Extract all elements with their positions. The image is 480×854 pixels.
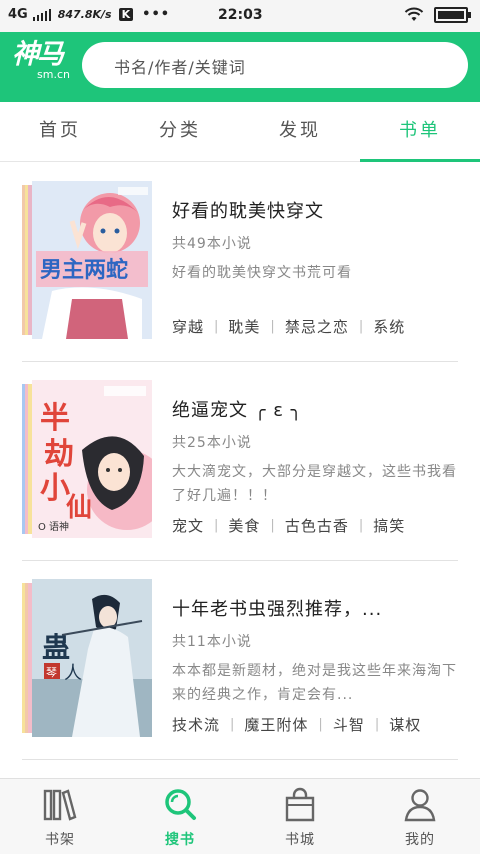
network-type: 4G bbox=[8, 7, 28, 22]
tab-booklist[interactable]: 书单 bbox=[360, 102, 480, 162]
book-cover-stack: 男主两蛇 bbox=[22, 181, 154, 339]
tab-discover[interactable]: 发现 bbox=[240, 102, 360, 161]
shopping-bag-icon bbox=[285, 787, 315, 822]
tag: 古色古香 bbox=[284, 517, 349, 535]
nav-label: 搜书 bbox=[165, 832, 195, 848]
booklist-list: 男主两蛇 好看的耽美快穿文 共49本小说 好看的耽美快穿文书荒可看 穿越 | 耽美… bbox=[0, 163, 480, 760]
booklist-item[interactable]: 男主两蛇 好看的耽美快穿文 共49本小说 好看的耽美快穿文书荒可看 穿越 | 耽美… bbox=[22, 163, 458, 362]
nav-bookshelf[interactable]: 书架 bbox=[0, 779, 120, 854]
clock: 22:03 bbox=[218, 7, 263, 23]
search-input[interactable]: 书名/作者/关键词 bbox=[82, 42, 468, 88]
svg-text:琴: 琴 bbox=[46, 666, 57, 679]
nav-search-books[interactable]: 搜书 bbox=[120, 779, 240, 854]
bottom-nav: 书架 搜书 书城 我的 bbox=[0, 778, 480, 854]
booklist-description: 好看的耽美快穿文书荒可看 bbox=[172, 265, 352, 281]
book-cover-image: 男主两蛇 bbox=[32, 181, 152, 339]
nav-label: 我的 bbox=[405, 832, 435, 848]
svg-text:仙: 仙 bbox=[66, 493, 92, 523]
search-icon bbox=[165, 789, 196, 820]
tag-list: 穿越 | 耽美 | 禁忌之恋 | 系统 bbox=[172, 318, 406, 336]
booklist-info: 绝逼宠文 ╭ ε ╮ 共25本小说 大大滴宠文，大部分是穿越文，这些书我看了好几… bbox=[172, 398, 458, 508]
svg-text:蛊: 蛊 bbox=[42, 631, 70, 664]
status-right bbox=[404, 7, 471, 23]
tab-category[interactable]: 分类 bbox=[120, 102, 240, 161]
nav-label: 书城 bbox=[285, 832, 315, 848]
tag: 宠文 bbox=[172, 517, 205, 535]
svg-text:人: 人 bbox=[64, 663, 82, 684]
tab-home[interactable]: 首页 bbox=[0, 102, 120, 161]
more-notifications-icon: ••• bbox=[142, 7, 171, 22]
booklist-title: 十年老书虫强烈推荐，... bbox=[172, 599, 383, 620]
tag: 斗智 bbox=[332, 716, 365, 734]
svg-text:半: 半 bbox=[40, 401, 70, 436]
app-header: 神马 sm.cn 书名/作者/关键词 bbox=[0, 32, 480, 102]
tag: 美食 bbox=[228, 517, 261, 535]
booklist-item[interactable]: 半 劫 小 仙 O 语神 绝逼宠文 ╭ ε ╮ 共25本小说 大大滴宠文，大部分… bbox=[22, 362, 458, 561]
tag-list: 技术流 | 魔王附体 | 斗智 | 谋权 bbox=[172, 716, 422, 734]
nav-bookstore[interactable]: 书城 bbox=[240, 779, 360, 854]
bookshelf-icon bbox=[43, 789, 77, 821]
top-tabs: 首页 分类 发现 书单 bbox=[0, 102, 480, 162]
svg-text:劫: 劫 bbox=[44, 437, 74, 472]
booklist-item[interactable]: 蛊 琴 人 十年老书虫强烈推荐，... 共11本小说 本本都是新题材，绝对是我这… bbox=[22, 561, 458, 760]
nav-label: 书架 bbox=[45, 832, 75, 848]
tag: 谋权 bbox=[389, 716, 422, 734]
tag: 穿越 bbox=[172, 318, 205, 336]
logo-text: 神马 bbox=[12, 39, 64, 70]
network-speed: 847.8K/s bbox=[57, 8, 112, 21]
book-cover-image: 蛊 琴 人 bbox=[32, 579, 152, 737]
svg-text:O 语神: O 语神 bbox=[38, 520, 69, 533]
booklist-info: 好看的耽美快穿文 共49本小说 好看的耽美快穿文书荒可看 bbox=[172, 199, 458, 285]
status-bar: 4G 847.8K/s K ••• 22:03 bbox=[0, 0, 480, 32]
signal-icon bbox=[32, 8, 51, 21]
book-count: 共25本小说 bbox=[172, 435, 252, 451]
search-placeholder: 书名/作者/关键词 bbox=[114, 58, 246, 77]
tag: 禁忌之恋 bbox=[284, 318, 349, 336]
book-cover-image: 半 劫 小 仙 O 语神 bbox=[32, 380, 152, 538]
wifi-icon bbox=[404, 7, 424, 21]
booklist-title: 好看的耽美快穿文 bbox=[172, 201, 324, 222]
tag: 系统 bbox=[373, 318, 406, 336]
booklist-description: 大大滴宠文，大部分是穿越文，这些书我看了好几遍！！！ bbox=[172, 464, 457, 504]
battery-icon bbox=[434, 7, 471, 23]
nav-profile[interactable]: 我的 bbox=[360, 779, 480, 854]
svg-text:男主两蛇: 男主两蛇 bbox=[40, 257, 128, 283]
tag: 魔王附体 bbox=[244, 716, 309, 734]
shenma-logo[interactable]: 神马 sm.cn bbox=[12, 38, 70, 94]
app-notification-icon: K bbox=[118, 8, 134, 21]
status-left: 4G 847.8K/s K ••• bbox=[8, 7, 170, 22]
tag-list: 宠文 | 美食 | 古色古香 | 搞笑 bbox=[172, 517, 406, 535]
booklist-info: 十年老书虫强烈推荐，... 共11本小说 本本都是新题材，绝对是我这些年来海淘下… bbox=[172, 597, 458, 707]
book-cover-stack: 蛊 琴 人 bbox=[22, 579, 154, 737]
booklist-description: 本本都是新题材，绝对是我这些年来海淘下来的经典之作，肯定会有... bbox=[172, 663, 457, 703]
book-cover-stack: 半 劫 小 仙 O 语神 bbox=[22, 380, 154, 538]
user-icon bbox=[404, 789, 436, 822]
tag: 搞笑 bbox=[373, 517, 406, 535]
book-count: 共49本小说 bbox=[172, 236, 252, 252]
book-count: 共11本小说 bbox=[172, 634, 252, 650]
booklist-title: 绝逼宠文 ╭ ε ╮ bbox=[172, 400, 303, 421]
tag: 技术流 bbox=[172, 716, 221, 734]
tag: 耽美 bbox=[228, 318, 261, 336]
